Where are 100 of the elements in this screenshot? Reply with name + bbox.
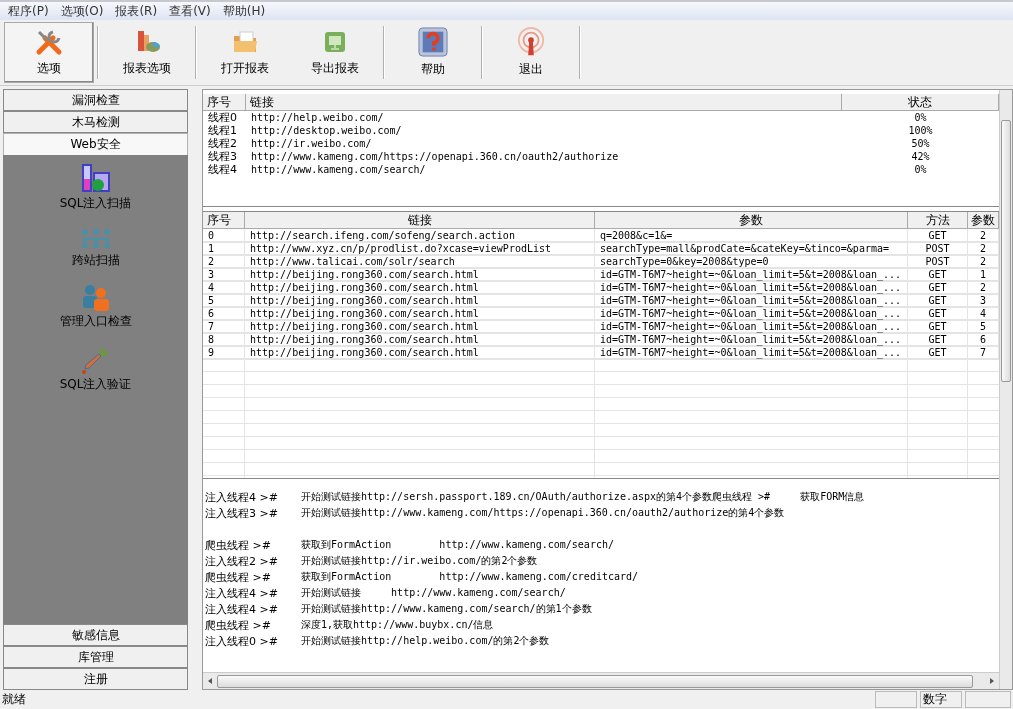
table-cell: http://search.ifeng.com/sofeng/search.action — [245, 229, 595, 243]
section-header[interactable]: Web安全 — [3, 133, 188, 155]
table-cell-text: http://ir.weibo.com/ — [250, 137, 373, 150]
log-source: 注入线程0 ># — [205, 633, 279, 649]
toolbar-button[interactable]: 报表选项 — [102, 22, 192, 83]
table-cell: 8 — [203, 333, 245, 347]
table-cell: 4 — [203, 281, 245, 295]
table-cell: id=GTM-T6M7~height=~0&loan_limit=5&t=2008&loan_... — [595, 320, 908, 334]
tool-label[interactable]: SQL注入验证 — [59, 376, 132, 393]
log-source: 注入线程4 ># — [205, 585, 279, 601]
table-cell-text: http://help.weibo.com/ — [250, 111, 385, 124]
help-icon — [417, 27, 449, 57]
column-header[interactable]: 参数 — [968, 212, 999, 229]
log-message: 深度1,获取http://www.buybx.cn/信息 — [301, 618, 494, 632]
log-source: 爬虫线程 ># — [205, 569, 272, 585]
menu-item[interactable]: 帮助(H) — [216, 2, 272, 20]
toolbar-button[interactable]: 选项 — [4, 22, 94, 83]
column-header[interactable]: 方法 — [908, 212, 968, 229]
table-cell: GET — [908, 307, 968, 321]
table-cell: searchType=0&key=2008&type=0 — [595, 255, 908, 269]
toolbar-button[interactable]: 打开报表 — [200, 22, 290, 83]
log-message: 开始测试链接 http://www.kameng.com/search/ — [301, 586, 566, 600]
section-header[interactable]: 库管理 — [3, 646, 188, 668]
tool-label[interactable]: 跨站扫描 — [71, 252, 120, 269]
log-message: 开始测试链接http://www.kameng.com/search/的第1个参数 — [301, 602, 592, 616]
toolbar-button[interactable]: 退出 — [486, 22, 576, 83]
table-cell: GET — [908, 320, 968, 334]
toolbar-button[interactable]: 导出报表 — [290, 22, 380, 83]
column-header[interactable]: 参数 — [595, 212, 908, 229]
users-icon — [80, 283, 111, 311]
log-message: 开始测试链接http://help.weibo.com/的第2个参数 — [301, 634, 550, 648]
table-cell-text: http://desktop.weibo.com/ — [250, 124, 403, 137]
log-message: 开始测试链接http://sersh.passport.189.cn/OAuth/authorize.aspx的第4个参数爬虫线程 ># 获取FORM信息 — [301, 490, 865, 504]
table-cell: 6 — [203, 307, 245, 321]
tool-label[interactable]: 管理入口检查 — [59, 313, 132, 330]
table-cell: GET — [908, 268, 968, 282]
table-cell: 3 — [203, 268, 245, 282]
section-header[interactable]: 注册 — [3, 668, 188, 690]
beaker-icon — [79, 163, 112, 193]
table-cell-text: http://www.kameng.com/search/ — [250, 163, 427, 176]
linked-people-icon — [79, 226, 112, 250]
log-message: 获取到FormAction http://www.kameng.com/creditcard/ — [301, 570, 639, 584]
table-cell: id=GTM-T6M7~height=~0&loan_limit=5&t=2008&loan_... — [595, 294, 908, 308]
status-panel — [875, 691, 917, 708]
left-arrow-icon[interactable] — [206, 677, 214, 685]
table-cell-text: 线程0 — [207, 111, 238, 124]
menu-item[interactable]: 查看(V) — [163, 2, 217, 20]
menu-item[interactable]: 程序(P) — [2, 2, 55, 20]
table-cell-text: 100% — [907, 124, 934, 137]
column-header[interactable]: 链接 — [246, 94, 842, 111]
table-cell: GET — [908, 294, 968, 308]
status-text: 就绪 — [2, 691, 27, 708]
table-cell: GET — [908, 281, 968, 295]
toolbar-button[interactable]: 帮助 — [388, 22, 478, 83]
log-source: 爬虫线程 ># — [205, 617, 272, 633]
table-cell: id=GTM-T6M7~height=~0&loan_limit=5&t=2008&loan_... — [595, 281, 908, 295]
table-cell: http://beijing.rong360.com/search.html — [245, 346, 595, 360]
table-cell-text: 线程1 — [207, 124, 238, 137]
tools-icon — [35, 28, 63, 56]
section-header[interactable]: 漏洞检查 — [3, 89, 188, 111]
table-cell-text: 0% — [913, 111, 928, 124]
log-source: 注入线程4 ># — [205, 601, 279, 617]
table-cell-text: 线程3 — [207, 150, 238, 163]
log-message: 开始测试链接http://ir.weibo.com/的第2个参数 — [301, 554, 538, 568]
log-message: 开始测试链接http://www.kameng.com/https://openapi.360.cn/oauth2/authorize的第4个参数 — [301, 506, 785, 520]
table-cell: id=GTM-T6M7~height=~0&loan_limit=5&t=2008&loan_... — [595, 307, 908, 321]
column-header[interactable]: 序号 — [203, 94, 246, 111]
section-header[interactable]: 木马检测 — [3, 111, 188, 133]
table-cell-text: 42% — [910, 150, 931, 163]
table-cell: 2 — [203, 255, 245, 269]
antenna-icon — [515, 27, 547, 57]
log-source: 注入线程2 ># — [205, 553, 279, 569]
table-cell: http://beijing.rong360.com/search.html — [245, 333, 595, 347]
table-cell: http://beijing.rong360.com/search.html — [245, 320, 595, 334]
table-cell: GET — [908, 346, 968, 360]
right-arrow-icon[interactable] — [988, 677, 996, 685]
table-cell: 7 — [203, 320, 245, 334]
table-cell: searchType=mall&prodCate=&cateKey=&tinco=&parma= — [595, 242, 908, 256]
menu-item[interactable]: 报表(R) — [109, 2, 164, 20]
section-header[interactable]: 敏感信息 — [3, 624, 188, 646]
table-cell: GET — [908, 333, 968, 347]
table-cell: http://www.xyz.cn/p/prodlist.do?xcase=viewProdList — [245, 242, 595, 256]
table-cell: http://beijing.rong360.com/search.html — [245, 294, 595, 308]
log-source: 注入线程4 ># — [205, 489, 279, 505]
table-cell: POST — [908, 255, 968, 269]
table-cell: id=GTM-T6M7~height=~0&loan_limit=5&t=2008&loan_... — [595, 333, 908, 347]
table-cell-text: 50% — [910, 137, 931, 150]
table-cell: GET — [908, 229, 968, 243]
table-cell: 9 — [203, 346, 245, 360]
menu-item[interactable]: 选项(O) — [54, 2, 110, 20]
table-cell: 1 — [203, 242, 245, 256]
column-header[interactable]: 状态 — [842, 94, 999, 111]
table-cell: 0 — [203, 229, 245, 243]
column-header[interactable]: 链接 — [245, 212, 595, 229]
table-cell-text: http://www.kameng.com/https://openapi.360.cn/oauth2/authorize — [250, 150, 620, 163]
log-message: 获取到FormAction http://www.kameng.com/search/ — [301, 538, 614, 552]
tool-label[interactable]: SQL注入扫描 — [59, 195, 132, 212]
column-header[interactable]: 序号 — [203, 212, 245, 229]
dropper-icon — [80, 344, 111, 374]
table-cell: http://beijing.rong360.com/search.html — [245, 307, 595, 321]
